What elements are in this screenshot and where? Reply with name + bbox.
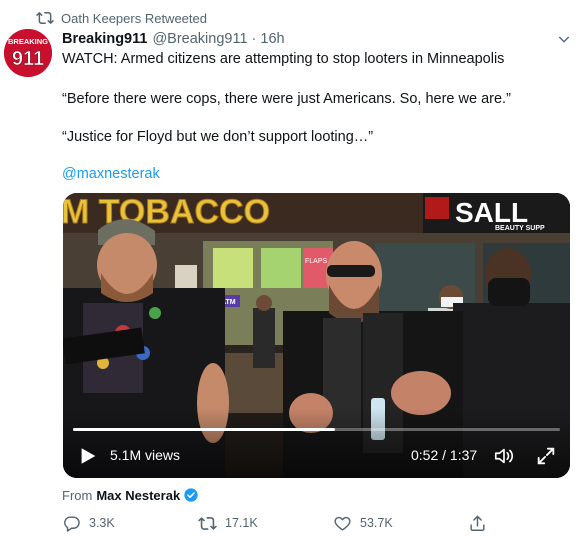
like-count: 53.7K xyxy=(360,516,393,530)
retweet-context-label: Oath Keepers Retweeted xyxy=(61,10,207,26)
avatar-breaking-text: BREAKING xyxy=(8,37,48,46)
header-separator: · xyxy=(251,31,257,47)
reply-count: 3.3K xyxy=(89,516,115,530)
verified-badge-icon xyxy=(183,487,199,503)
share-icon xyxy=(470,515,485,531)
video-player[interactable]: M TOBACCO SALL BEAUTY SUPP FLAPS ATM 5.1… xyxy=(63,193,570,478)
sign-sall: SALL xyxy=(455,197,528,228)
like-button[interactable]: 53.7K xyxy=(333,512,393,534)
fullscreen-icon[interactable] xyxy=(535,445,557,467)
sign-beauty: BEAUTY SUPP xyxy=(495,225,545,232)
tweet-text-line-1: WATCH: Armed citizens are attempting to … xyxy=(62,51,505,67)
tweet-header: Breaking911 @Breaking911 · 16h xyxy=(62,29,285,49)
retweet-button[interactable]: 17.1K xyxy=(198,512,258,534)
heart-icon xyxy=(334,516,351,531)
author-handle[interactable]: @Breaking911 xyxy=(152,31,247,47)
retweet-action-icon xyxy=(198,516,217,530)
tweet-timestamp[interactable]: 16h xyxy=(260,31,284,47)
author-name[interactable]: Breaking911 xyxy=(62,31,147,47)
tweet-text-line-3: “Justice for Floyd but we don’t support … xyxy=(62,129,374,145)
video-progress-fill xyxy=(73,428,335,431)
video-view-count: 5.1M views xyxy=(110,447,181,463)
tweet-actions: 3.3K 17.1K 53.7K xyxy=(62,512,572,534)
volume-icon[interactable] xyxy=(493,445,517,467)
retweet-icon xyxy=(36,9,54,27)
video-attribution: From Max Nesterak xyxy=(62,486,199,504)
tweet-text-line-2: “Before there were cops, there were just… xyxy=(62,91,511,107)
share-button[interactable] xyxy=(468,512,495,534)
retweet-context[interactable]: Oath Keepers Retweeted xyxy=(36,9,207,27)
video-frame: M TOBACCO SALL BEAUTY SUPP FLAPS ATM xyxy=(63,193,570,478)
sign-flaps: FLAPS xyxy=(305,258,328,265)
attribution-name[interactable]: Max Nesterak xyxy=(96,488,180,503)
reply-icon xyxy=(64,515,80,532)
avatar-911-text: 911 xyxy=(12,48,44,70)
sign-tobacco: M TOBACCO xyxy=(63,193,270,231)
video-timecode: 0:52 / 1:37 xyxy=(411,447,478,463)
attribution-prefix: From xyxy=(62,487,93,503)
retweet-count: 17.1K xyxy=(225,516,258,530)
mention-link[interactable]: @maxnesterak xyxy=(62,164,160,184)
reply-button[interactable]: 3.3K xyxy=(62,512,115,534)
more-options-chevron-icon[interactable] xyxy=(556,31,572,47)
video-progress-bar[interactable] xyxy=(73,428,560,431)
play-icon[interactable] xyxy=(77,445,99,467)
avatar[interactable]: BREAKING 911 xyxy=(4,29,52,77)
